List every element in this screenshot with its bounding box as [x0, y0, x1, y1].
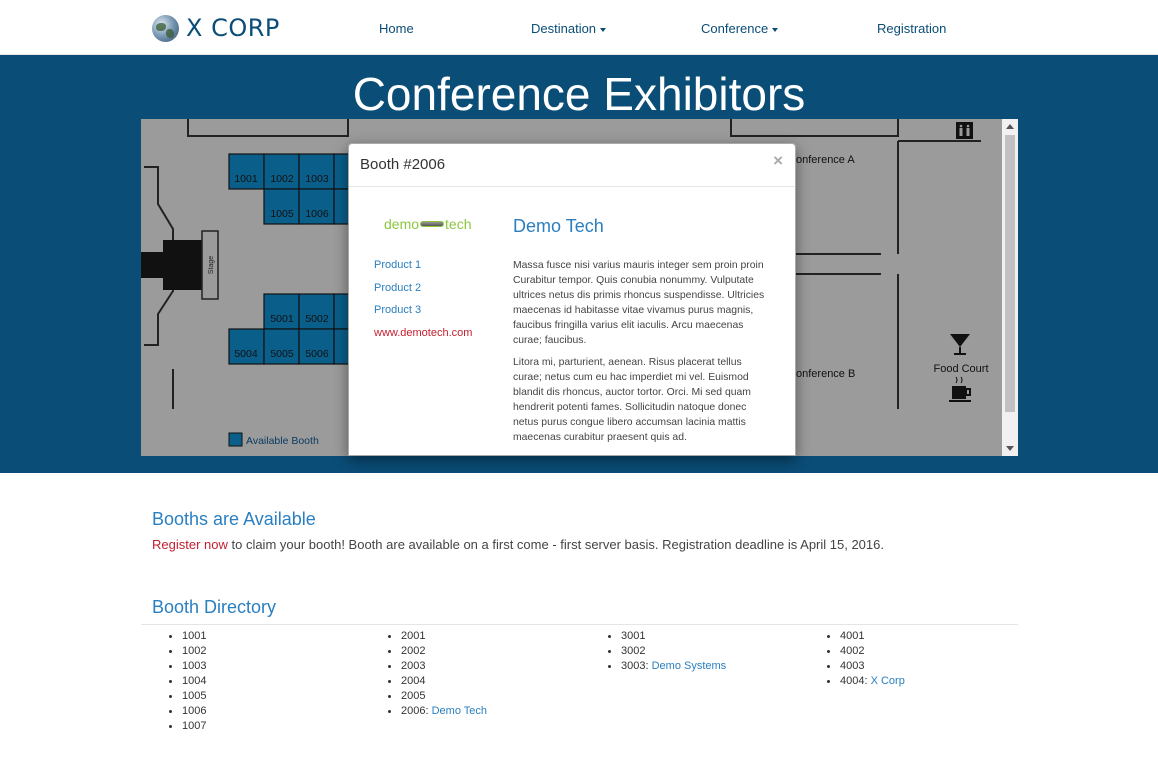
booth-1001[interactable]: 1001 — [234, 173, 258, 185]
booth-modal: Booth #2006 × demo tech Product 1 Product… — [348, 143, 796, 456]
restroom-icon — [956, 122, 973, 139]
scroll-thumb[interactable] — [1005, 135, 1015, 412]
directory-column-2: 2001 2002 2003 2004 2005 2006: Demo Tech — [387, 629, 488, 719]
navbar: X CORP Home Destination Conference Regis… — [0, 0, 1158, 55]
booths-available-heading: Booths are Available — [152, 509, 316, 529]
list-item: 2005 — [387, 689, 487, 704]
directory-column-4: 4001 4002 4003 4004: X Corp — [827, 629, 905, 689]
legend-swatch — [228, 432, 243, 447]
nav-conference[interactable]: Conference — [701, 21, 779, 36]
nav-registration[interactable]: Registration — [877, 21, 946, 36]
list-item: 1003 — [168, 660, 207, 672]
caret-down-icon — [772, 27, 779, 32]
list-item: 1007 — [168, 720, 207, 732]
globe-icon — [152, 14, 179, 42]
booth-5006[interactable]: 5006 — [305, 348, 329, 360]
modal-header: Booth #2006 × — [349, 144, 795, 187]
booth-5005[interactable]: 5005 — [270, 348, 294, 360]
booth-1005[interactable]: 1005 — [270, 208, 294, 220]
list-item: 3002 — [607, 644, 726, 659]
close-icon[interactable]: × — [773, 151, 783, 171]
list-item: 1002 — [168, 645, 207, 657]
booth-directory-heading: Booth Directory — [152, 597, 277, 617]
list-item: 4001 — [827, 629, 905, 644]
list-item: 4003 — [827, 659, 905, 674]
list-item: 2006: Demo Tech — [387, 705, 488, 717]
website-link[interactable]: www.demotech.com — [374, 327, 472, 339]
divider — [141, 624, 1018, 625]
list-item: 4004: X Corp — [827, 675, 905, 687]
nav-destination[interactable]: Destination — [531, 21, 607, 36]
booth-5002[interactable]: 5002 — [305, 313, 329, 325]
demo-systems-link[interactable]: Demo Systems — [652, 660, 727, 672]
list-item: 2002 — [387, 644, 487, 659]
company-name: Demo Tech — [513, 216, 604, 236]
brand-name: X CORP — [186, 14, 280, 42]
scroll-down-arrow-icon[interactable] — [1006, 446, 1014, 451]
nav-home[interactable]: Home — [379, 21, 414, 36]
wine-glass-icon — [950, 334, 970, 355]
company-description-1: Massa fusce nisi varius mauris integer s… — [513, 260, 765, 346]
list-item: 3001 — [607, 629, 726, 644]
modal-title: Booth #2006 — [360, 156, 446, 173]
list-item: 3003: Demo Systems — [607, 660, 727, 672]
list-item: 2001 — [387, 629, 487, 644]
list-item: 2003 — [387, 659, 487, 674]
product-2-link[interactable]: Product 2 — [374, 282, 421, 294]
food-court-label: Food Court — [933, 363, 988, 375]
company-description-2: Litora mi, parturient, aenean. Risus pla… — [513, 357, 751, 443]
room-conference-a: onference A — [796, 154, 855, 166]
booth-5004[interactable]: 5004 — [234, 348, 258, 360]
product-1-link[interactable]: Product 1 — [374, 259, 421, 271]
list-item: 2004 — [387, 674, 487, 689]
booths-available-text: Register now to claim your booth! Booth … — [152, 537, 884, 552]
demo-tech-link[interactable]: Demo Tech — [432, 705, 487, 717]
directory-column-1: 1001 1002 1003 1004 1005 1006 1007 — [168, 629, 207, 734]
list-item: 1006 — [168, 705, 207, 717]
room-conference-b: onference B — [796, 368, 855, 380]
x-corp-link[interactable]: X Corp — [871, 675, 905, 687]
booth-1002[interactable]: 1002 — [270, 173, 294, 185]
legend-label: Available Booth — [246, 435, 319, 447]
directory-column-3: 3001 3002 3003: Demo Systems — [607, 629, 727, 674]
brand-logo[interactable]: X CORP — [152, 14, 280, 42]
stage-label: Stage — [208, 256, 215, 274]
page-title: Conference Exhibitors — [352, 68, 806, 120]
scroll-up-arrow-icon[interactable] — [1006, 124, 1014, 129]
list-item: 1001 — [168, 630, 207, 642]
list-item: 1005 — [168, 690, 207, 702]
list-item: 1004 — [168, 675, 207, 687]
map-scrollbar[interactable] — [1002, 119, 1018, 456]
company-logo: demo tech — [384, 216, 472, 232]
product-3-link[interactable]: Product 3 — [374, 304, 421, 316]
list-item: 4002 — [827, 644, 905, 659]
coffee-cup-icon — [949, 376, 971, 402]
register-now-link[interactable]: Register now — [152, 537, 228, 552]
booth-1003[interactable]: 1003 — [305, 173, 329, 185]
caret-down-icon — [600, 27, 607, 32]
booth-1006[interactable]: 1006 — [305, 208, 329, 220]
booth-5001[interactable]: 5001 — [270, 313, 294, 325]
